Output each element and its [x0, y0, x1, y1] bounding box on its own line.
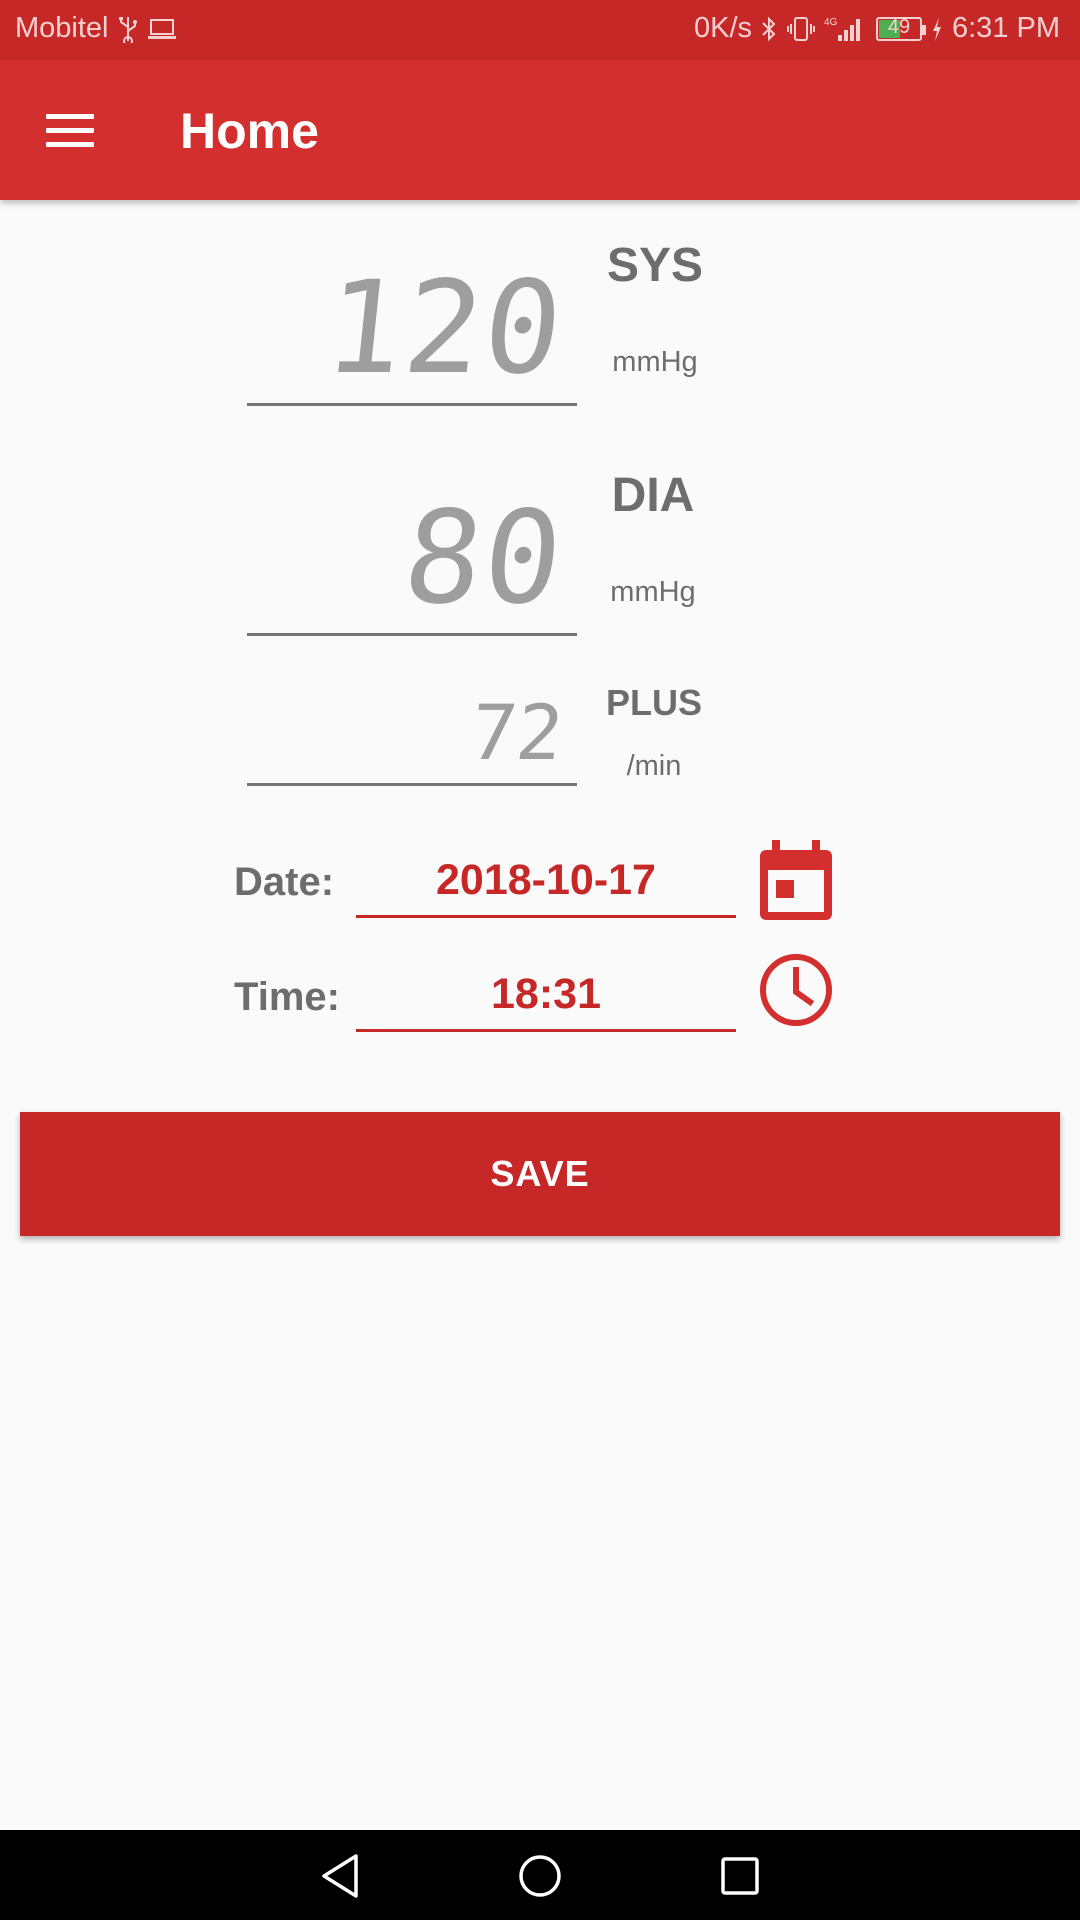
carrier-name: Mobitel [15, 12, 109, 44]
systolic-value: 120 [317, 254, 571, 403]
systolic-input[interactable]: 120 [247, 250, 577, 406]
bluetooth-icon [760, 15, 778, 43]
systolic-unit: mmHg [612, 346, 698, 378]
recents-icon[interactable] [710, 1848, 770, 1904]
battery-level: 49 [887, 15, 911, 38]
vibrate-icon [786, 15, 816, 43]
signal-icon: 4G [824, 15, 864, 43]
diastolic-input[interactable]: 80 [247, 480, 577, 636]
app-bar: Home [0, 60, 1080, 200]
battery-icon: 49 [876, 15, 926, 41]
save-button[interactable]: SAVE [20, 1112, 1060, 1236]
pulse-value: 72 [466, 688, 568, 777]
charging-icon [930, 15, 944, 43]
date-label: Date: [234, 860, 335, 904]
date-field[interactable]: 2018-10-17 [356, 856, 736, 918]
diastolic-unit: mmHg [610, 576, 696, 608]
systolic-label: SYS [606, 239, 704, 292]
navigation-bar [0, 1830, 1080, 1920]
time-label: Time: [234, 975, 340, 1019]
svg-text:4G: 4G [824, 17, 838, 28]
pulse-input[interactable]: 72 [247, 680, 577, 786]
usb-icon [117, 15, 139, 43]
home-icon[interactable] [510, 1848, 570, 1904]
clock-icon[interactable] [756, 950, 836, 1035]
calendar-icon[interactable] [756, 838, 836, 927]
clock-time: 6:31 PM [952, 12, 1060, 44]
status-bar: Mobitel 0K/s 4G 49 6:31 PM [0, 0, 1080, 60]
network-speed: 0K/s [693, 12, 752, 44]
diastolic-value: 80 [397, 484, 571, 633]
time-field[interactable]: 18:31 [356, 970, 736, 1032]
page-title: Home [180, 103, 319, 159]
diastolic-label: DIA [611, 469, 695, 522]
pulse-label: PLUS [605, 682, 702, 723]
back-icon[interactable] [310, 1848, 370, 1904]
hamburger-icon[interactable] [30, 98, 110, 162]
pulse-unit: /min [626, 750, 682, 782]
laptop-icon [147, 17, 177, 41]
